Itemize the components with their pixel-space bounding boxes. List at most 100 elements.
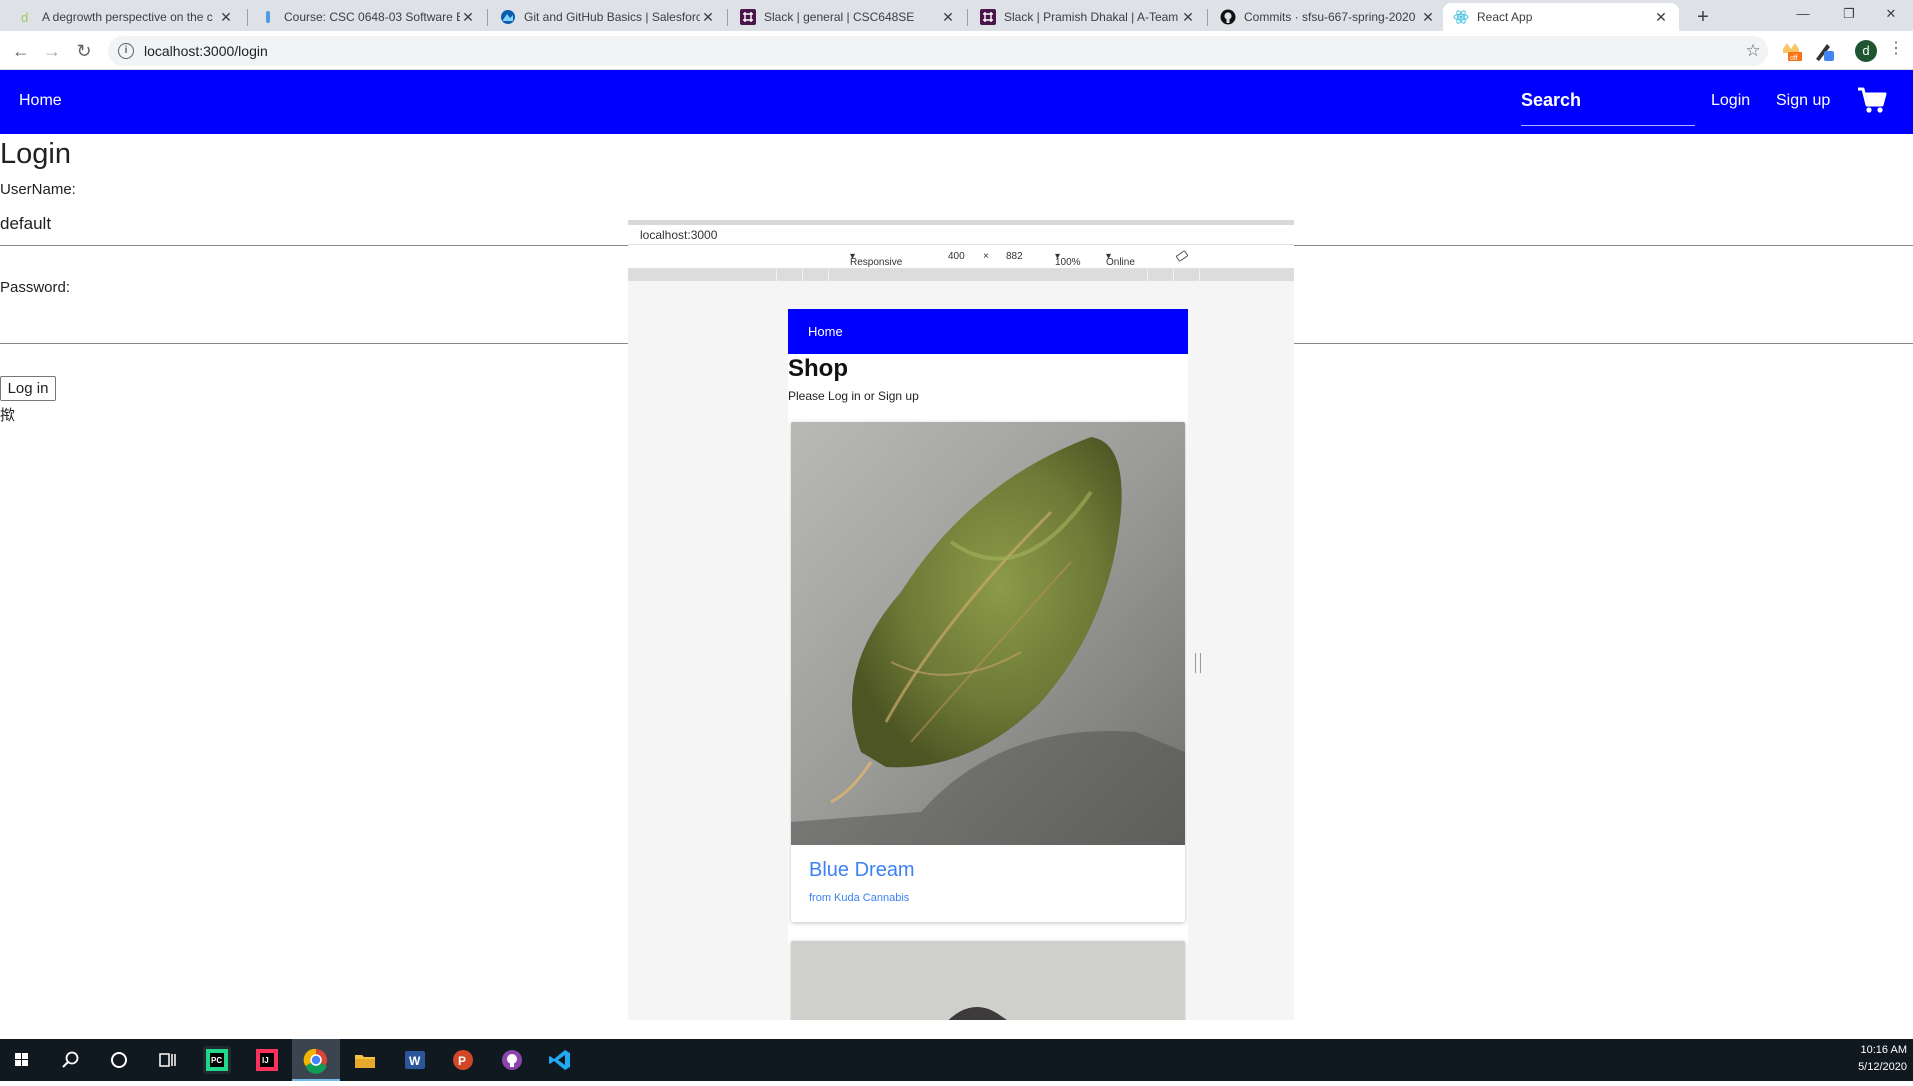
extension-badge: off xyxy=(1790,55,1798,62)
rotate-icon[interactable] xyxy=(1175,249,1189,266)
forward-arrow-icon[interactable]: → xyxy=(39,38,65,64)
ruler-tick xyxy=(1199,269,1200,281)
intellij-icon[interactable]: IJ xyxy=(253,1046,281,1074)
window-close-icon[interactable]: ✕ xyxy=(1868,0,1913,31)
close-icon[interactable]: ✕ xyxy=(700,9,716,26)
svg-text:IJ: IJ xyxy=(262,1056,269,1065)
tab-divider xyxy=(1207,9,1208,26)
vscode-icon[interactable] xyxy=(546,1046,574,1074)
device-emulator: localhost:3000 Responsive ▾ 400 × 882 10… xyxy=(628,220,1294,1020)
slack-favicon-icon xyxy=(980,9,996,25)
ruler-tick xyxy=(828,269,829,281)
tab-title: Slack | general | CSC648SE xyxy=(764,10,915,24)
page-title: Login xyxy=(0,138,71,170)
task-view-icon[interactable] xyxy=(153,1046,181,1074)
windows-taskbar: PC IJ W P 10:16 AM 5/12/2020 xyxy=(0,1039,1913,1081)
chrome-taskbar-button[interactable] xyxy=(292,1039,340,1081)
github-desktop-icon[interactable] xyxy=(498,1046,526,1074)
product-image xyxy=(791,422,1185,845)
close-icon[interactable]: ✕ xyxy=(460,9,476,26)
browser-tab-active[interactable]: React App ✕ xyxy=(1443,3,1679,31)
dimension-times: × xyxy=(983,251,989,262)
product-image xyxy=(791,941,1185,1020)
close-icon[interactable]: ✕ xyxy=(1420,9,1436,26)
powerpoint-icon[interactable]: P xyxy=(449,1046,477,1074)
extension-offer-icon[interactable]: off xyxy=(1779,39,1803,63)
height-input[interactable]: 882 xyxy=(1006,251,1023,262)
browser-tab[interactable]: Slack | general | CSC648SE ✕ xyxy=(730,3,966,31)
app-navbar: Home Search Login Sign up xyxy=(0,70,1913,134)
ruler-tick xyxy=(1147,269,1148,281)
svg-text:d: d xyxy=(21,10,28,24)
restore-icon[interactable]: ❐ xyxy=(1826,0,1872,31)
shop-title: Shop xyxy=(788,355,848,382)
shopping-cart-icon[interactable] xyxy=(1857,87,1887,115)
browser-toolbar: ← → ↻ i localhost:3000/login ☆ off d ⋮ xyxy=(0,31,1913,70)
react-favicon-icon xyxy=(1453,9,1469,25)
pycharm-icon[interactable]: PC xyxy=(203,1046,231,1074)
trailhead-favicon-icon xyxy=(500,9,516,25)
emulator-ruler xyxy=(628,269,1294,281)
close-icon[interactable]: ✕ xyxy=(218,9,234,26)
word-icon[interactable]: W xyxy=(401,1046,429,1074)
browser-tab[interactable]: Commits · sfsu-667-spring-2020 ✕ xyxy=(1210,3,1446,31)
close-icon[interactable]: ✕ xyxy=(1653,9,1669,26)
username-field[interactable]: default xyxy=(0,214,51,234)
mobile-nav-home-link[interactable]: Home xyxy=(808,324,843,339)
username-label: UserName: xyxy=(0,181,76,198)
windows-start-icon[interactable] xyxy=(8,1046,36,1074)
address-url: localhost:3000/login xyxy=(144,43,268,59)
file-explorer-icon[interactable] xyxy=(351,1046,379,1074)
clock-time: 10:16 AM xyxy=(1860,1044,1907,1056)
search-input[interactable]: Search xyxy=(1521,90,1695,126)
tab-title: A degrowth perspective on the c xyxy=(42,10,213,24)
extension-pen-icon[interactable] xyxy=(1812,39,1836,63)
d-favicon-icon: d xyxy=(18,9,34,25)
search-placeholder: Search xyxy=(1521,90,1582,110)
github-favicon-icon xyxy=(1220,9,1236,25)
product-card[interactable] xyxy=(791,941,1185,1020)
slack-favicon-icon xyxy=(740,9,756,25)
device-select[interactable]: Responsive ▾ xyxy=(850,251,902,268)
network-select[interactable]: Online ▾ xyxy=(1106,251,1135,268)
address-bar[interactable]: i localhost:3000/login ☆ xyxy=(108,36,1768,66)
system-clock[interactable]: 10:16 AM 5/12/2020 xyxy=(1858,1042,1907,1076)
mobile-navbar: Home xyxy=(788,309,1188,354)
search-icon[interactable] xyxy=(57,1046,85,1074)
back-arrow-icon[interactable]: ← xyxy=(8,38,34,64)
product-vendor: from Kuda Cannabis xyxy=(809,892,910,904)
nav-home-link[interactable]: Home xyxy=(19,92,62,110)
menu-kebab-icon[interactable]: ⋮ xyxy=(1888,38,1904,58)
product-card[interactable]: Blue Dream from Kuda Cannabis xyxy=(791,422,1185,922)
browser-tab[interactable]: Slack | Pramish Dhakal | A-Team ✕ xyxy=(970,3,1206,31)
device-select-label: Responsive xyxy=(850,257,903,268)
cortana-icon[interactable] xyxy=(105,1046,133,1074)
profile-avatar[interactable]: d xyxy=(1855,40,1877,62)
browser-tab[interactable]: d A degrowth perspective on the c ✕ xyxy=(8,3,244,31)
svg-text:P: P xyxy=(458,1054,466,1068)
tab-divider xyxy=(967,9,968,26)
browser-tab[interactable]: Course: CSC 0648-03 Software E ✕ xyxy=(250,3,486,31)
nav-login-link[interactable]: Login xyxy=(1711,92,1750,110)
browser-tab[interactable]: Git and GitHub Basics | Salesforc ✕ xyxy=(490,3,726,31)
product-name[interactable]: Blue Dream xyxy=(809,859,915,882)
info-icon[interactable]: i xyxy=(118,43,134,59)
resize-handle[interactable] xyxy=(1195,653,1201,673)
new-tab-icon[interactable]: + xyxy=(1690,4,1716,30)
password-label: Password: xyxy=(0,279,71,296)
svg-text:W: W xyxy=(409,1054,421,1068)
reload-icon[interactable]: ↻ xyxy=(71,38,97,64)
log-in-button[interactable]: Log in xyxy=(0,376,56,401)
minimize-icon[interactable]: — xyxy=(1780,0,1826,31)
tab-title: React App xyxy=(1477,10,1533,24)
close-icon[interactable]: ✕ xyxy=(940,9,956,26)
nav-signup-link[interactable]: Sign up xyxy=(1776,92,1830,110)
close-icon[interactable]: ✕ xyxy=(1180,9,1196,26)
ruler-tick xyxy=(1173,269,1174,281)
bookmark-star-icon[interactable]: ☆ xyxy=(1738,41,1768,61)
tab-divider xyxy=(727,9,728,26)
tab-title: Slack | Pramish Dhakal | A-Team xyxy=(1004,10,1179,24)
tab-title: Commits · sfsu-667-spring-2020 xyxy=(1244,10,1416,24)
width-input[interactable]: 400 xyxy=(948,251,965,262)
zoom-select[interactable]: 100% ▾ xyxy=(1055,251,1081,268)
